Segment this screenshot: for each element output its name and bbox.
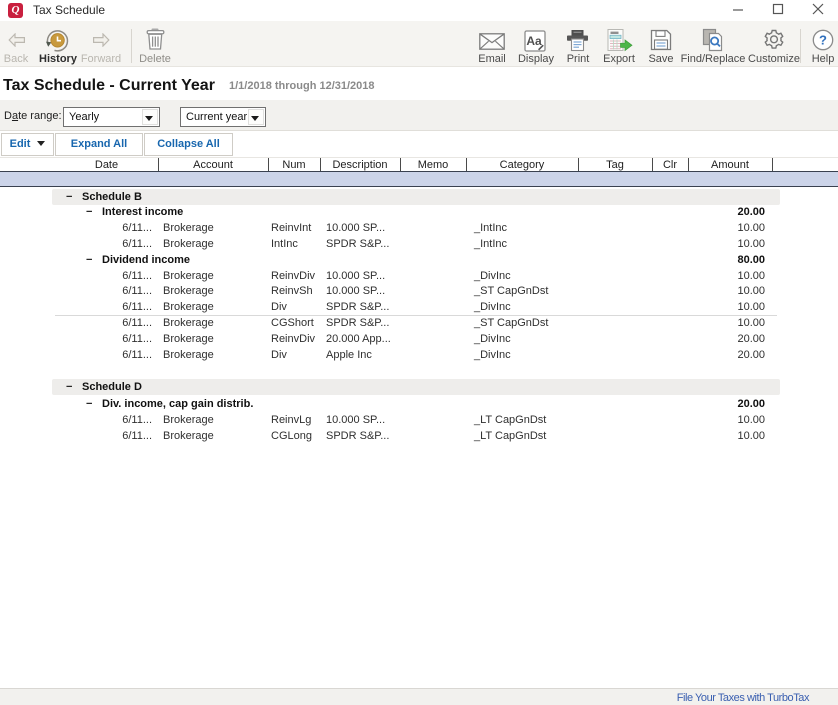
svg-text:?: ? — [819, 33, 827, 48]
svg-text:Aa: Aa — [526, 34, 542, 48]
